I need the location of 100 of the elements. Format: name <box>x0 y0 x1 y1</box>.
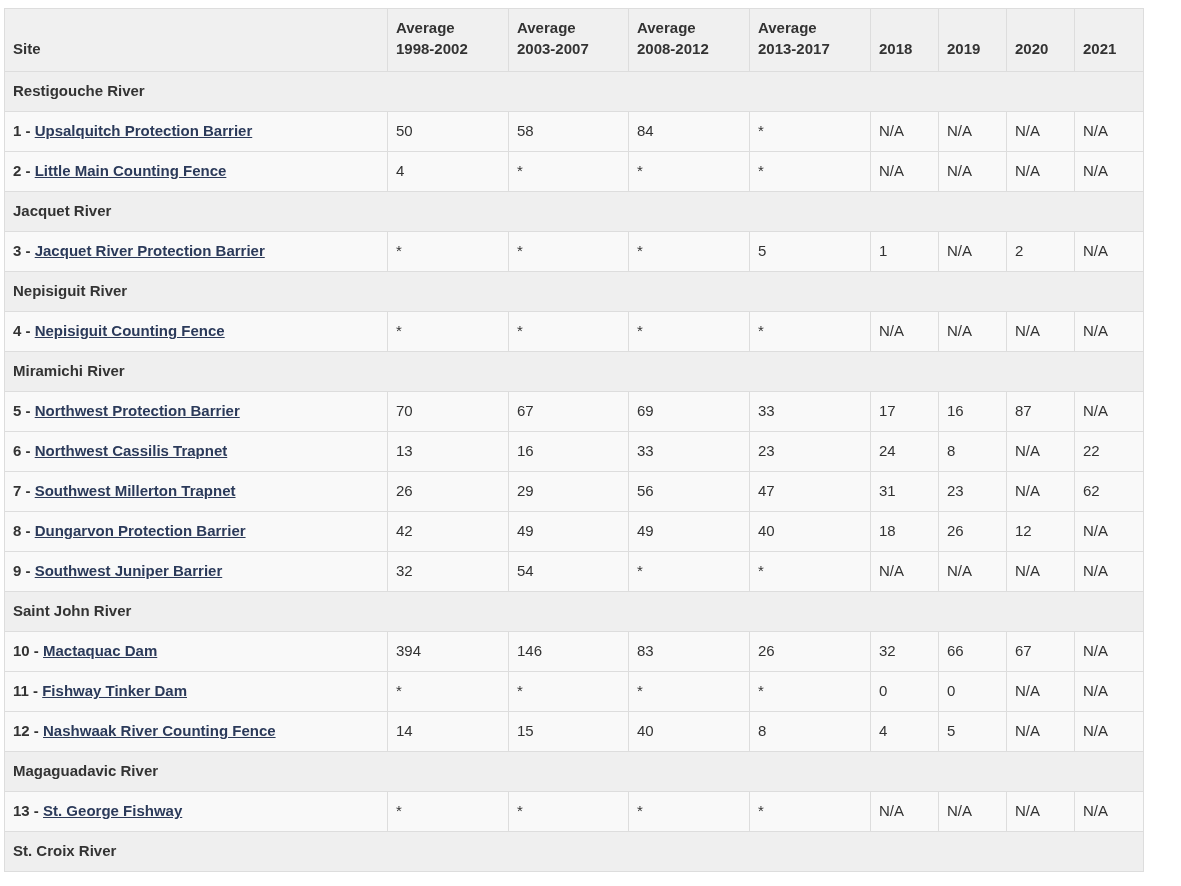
table-cell: 13 <box>387 431 509 472</box>
table-cell: N/A <box>1074 511 1144 552</box>
table-cell: 5 <box>749 231 871 272</box>
table-cell: N/A <box>1074 391 1144 432</box>
table-cell: N/A <box>1006 471 1075 512</box>
table-cell: 40 <box>628 711 750 752</box>
table-cell: 26 <box>938 511 1007 552</box>
table-cell: * <box>749 671 871 712</box>
site-link[interactable]: Fishway Tinker Dam <box>42 682 187 700</box>
table-cell: 32 <box>870 631 939 672</box>
table-cell: N/A <box>938 231 1007 272</box>
table-cell: N/A <box>1006 711 1075 752</box>
river-group-row: Saint John River <box>4 591 1144 632</box>
table-cell: * <box>387 671 509 712</box>
table-cell: * <box>508 151 629 192</box>
table-cell: 62 <box>1074 471 1144 512</box>
table-cell: * <box>628 551 750 592</box>
table-cell: 66 <box>938 631 1007 672</box>
table-cell: N/A <box>1006 151 1075 192</box>
table-cell: N/A <box>938 311 1007 352</box>
table-cell: 54 <box>508 551 629 592</box>
table-cell: N/A <box>1006 791 1075 832</box>
table-cell: * <box>749 111 871 152</box>
table-cell: 8 <box>749 711 871 752</box>
table-cell: 5 <box>938 711 1007 752</box>
table-cell: * <box>628 311 750 352</box>
table-cell: 29 <box>508 471 629 512</box>
site-link[interactable]: Northwest Cassilis Trapnet <box>34 442 228 460</box>
site-number: 10 - <box>13 642 39 660</box>
table-cell: * <box>749 791 871 832</box>
table-cell: * <box>508 231 629 272</box>
table-cell: * <box>387 311 509 352</box>
table-cell: 33 <box>749 391 871 432</box>
table-cell: 4 <box>387 151 509 192</box>
table-cell: 56 <box>628 471 750 512</box>
table-cell: 14 <box>387 711 509 752</box>
table-cell: N/A <box>1006 431 1075 472</box>
table-cell: * <box>628 791 750 832</box>
table-cell: 22 <box>1074 431 1144 472</box>
site-link[interactable]: Northwest Protection Barrier <box>34 402 240 420</box>
table-cell: N/A <box>1006 671 1075 712</box>
table-cell: * <box>628 671 750 712</box>
site-number: 8 - <box>13 522 31 540</box>
table-cell: N/A <box>938 551 1007 592</box>
site-link[interactable]: Southwest Juniper Barrier <box>34 562 223 580</box>
table-cell: 67 <box>1006 631 1075 672</box>
table-cell: 84 <box>628 111 750 152</box>
table-cell: 8 <box>938 431 1007 472</box>
river-group-row: Jacquet River <box>4 191 1144 232</box>
site-number: 13 - <box>13 802 39 820</box>
table-cell: N/A <box>870 311 939 352</box>
column-header: 2021 <box>1074 8 1144 72</box>
table-cell: 49 <box>508 511 629 552</box>
river-group-row: Restigouche River <box>4 71 1144 112</box>
site-number: 1 - <box>13 122 31 140</box>
site-link[interactable]: Little Main Counting Fence <box>34 162 227 180</box>
table-cell: 67 <box>508 391 629 432</box>
site-number: 12 - <box>13 722 39 740</box>
site-link[interactable]: Jacquet River Protection Barrier <box>34 242 265 260</box>
table-cell: * <box>508 791 629 832</box>
table-cell: * <box>628 151 750 192</box>
table-cell: N/A <box>938 111 1007 152</box>
table-cell: N/A <box>1006 311 1075 352</box>
site-link[interactable]: St. George Fishway <box>43 802 183 820</box>
site-link[interactable]: Dungarvon Protection Barrier <box>34 522 246 540</box>
table-cell: N/A <box>1074 231 1144 272</box>
site-link[interactable]: Southwest Millerton Trapnet <box>34 482 236 500</box>
table-cell: 146 <box>508 631 629 672</box>
site-link[interactable]: Nepisiguit Counting Fence <box>34 322 225 340</box>
table-cell: 32 <box>387 551 509 592</box>
table-cell: N/A <box>938 791 1007 832</box>
table-cell: 18 <box>870 511 939 552</box>
table-cell: 16 <box>938 391 1007 432</box>
table-cell: 58 <box>508 111 629 152</box>
table-cell: N/A <box>870 551 939 592</box>
river-group-row: Magaguadavic River <box>4 751 1144 792</box>
table-cell: 26 <box>749 631 871 672</box>
table-cell: N/A <box>870 791 939 832</box>
column-header: Site <box>4 8 388 72</box>
table-cell: N/A <box>938 151 1007 192</box>
table-cell: 49 <box>628 511 750 552</box>
table-cell: 15 <box>508 711 629 752</box>
table-cell: 83 <box>628 631 750 672</box>
river-group-row: St. Croix River <box>4 831 1144 872</box>
table-cell: N/A <box>1074 671 1144 712</box>
table-cell: 2 <box>1006 231 1075 272</box>
table-cell: 87 <box>1006 391 1075 432</box>
column-header: Average 2003-2007 <box>508 8 629 72</box>
column-header: 2020 <box>1006 8 1075 72</box>
table-cell: 4 <box>870 711 939 752</box>
table-cell: 70 <box>387 391 509 432</box>
site-link[interactable]: Upsalquitch Protection Barrier <box>34 122 253 140</box>
table-cell: N/A <box>1074 551 1144 592</box>
river-group-row: Miramichi River <box>4 351 1144 392</box>
column-header: Average 2013-2017 <box>749 8 871 72</box>
table-cell: 0 <box>870 671 939 712</box>
site-link[interactable]: Nashwaak River Counting Fence <box>43 722 276 740</box>
site-link[interactable]: Mactaquac Dam <box>43 642 158 660</box>
table-cell: N/A <box>1006 111 1075 152</box>
table-cell: 24 <box>870 431 939 472</box>
